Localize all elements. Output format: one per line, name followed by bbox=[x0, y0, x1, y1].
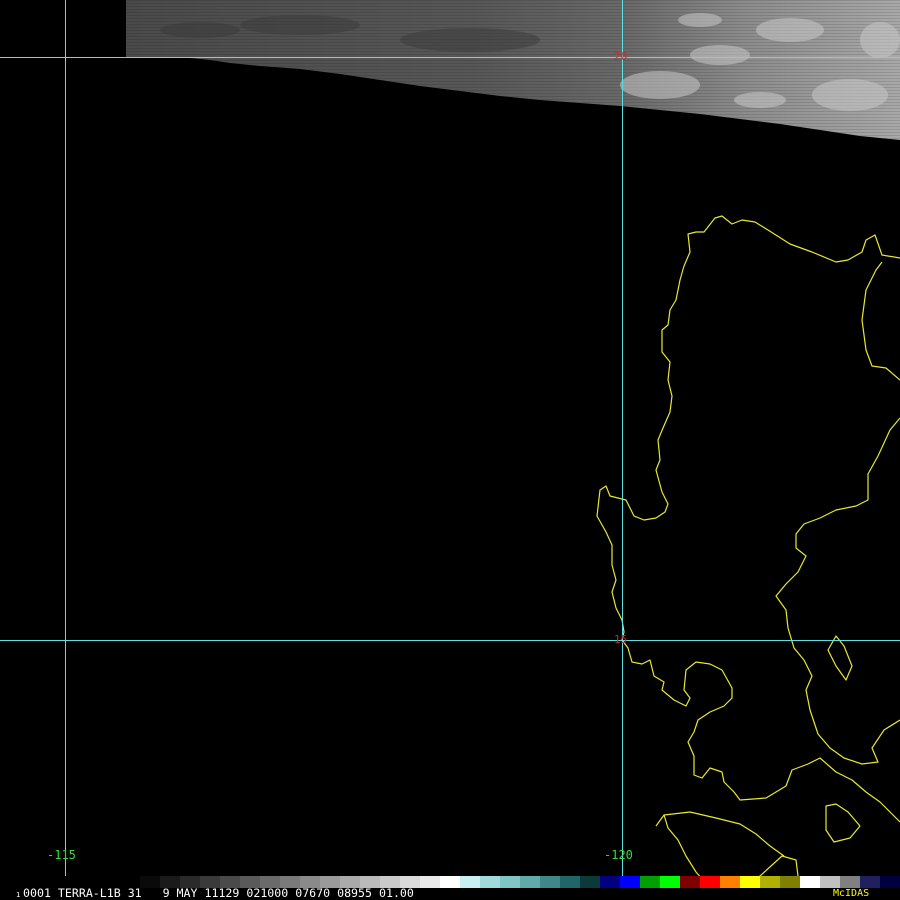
color-scale-swatch bbox=[840, 876, 860, 888]
color-scale-swatch bbox=[760, 876, 780, 888]
color-scale-swatch bbox=[680, 876, 700, 888]
color-scale-swatch bbox=[420, 876, 440, 888]
color-scale-swatch bbox=[800, 876, 820, 888]
satellite-map bbox=[0, 0, 900, 900]
color-scale-swatch bbox=[640, 876, 660, 888]
lon-label-120: -120 bbox=[604, 848, 633, 862]
lat-label-20: 20 bbox=[614, 50, 628, 63]
image-header-text: 0001 TERRA-L1B 31 9 MAY 11129 021000 076… bbox=[23, 886, 414, 900]
color-scale-swatch bbox=[720, 876, 740, 888]
color-scale-swatch bbox=[620, 876, 640, 888]
color-scale-swatch bbox=[740, 876, 760, 888]
color-scale-swatch bbox=[600, 876, 620, 888]
color-scale-swatch bbox=[860, 876, 880, 888]
color-scale-swatch bbox=[460, 876, 480, 888]
color-scale-swatch bbox=[500, 876, 520, 888]
color-scale-swatch bbox=[560, 876, 580, 888]
map-background bbox=[0, 0, 900, 900]
color-scale-swatch bbox=[660, 876, 680, 888]
color-scale-swatch bbox=[440, 876, 460, 888]
color-scale-swatch bbox=[880, 876, 900, 888]
color-scale-swatch bbox=[700, 876, 720, 888]
color-scale-swatch bbox=[480, 876, 500, 888]
color-scale-swatch bbox=[780, 876, 800, 888]
color-scale-swatch bbox=[580, 876, 600, 888]
lat-label-15: 15 bbox=[614, 633, 628, 646]
color-scale-swatch bbox=[820, 876, 840, 888]
frame-number-prefix: 1 bbox=[16, 891, 21, 899]
color-scale-swatch bbox=[540, 876, 560, 888]
lon-label-115: -115 bbox=[47, 848, 76, 862]
mcidas-brand-label: McIDAS bbox=[833, 888, 870, 899]
color-scale-swatch bbox=[520, 876, 540, 888]
